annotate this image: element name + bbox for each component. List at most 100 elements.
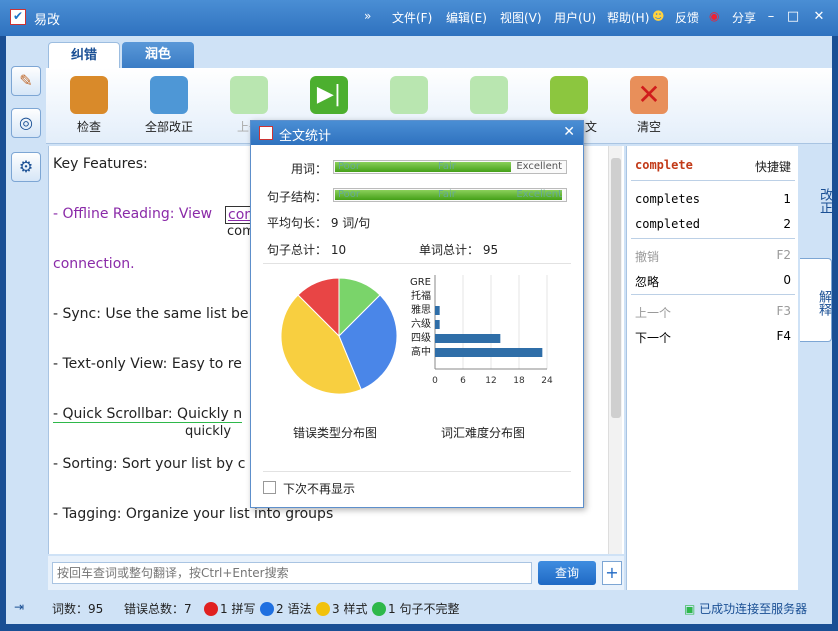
weibo-icon[interactable]: ◉ xyxy=(709,9,719,23)
menu-file[interactable]: 文件(F) xyxy=(392,9,432,26)
suggestion-item[interactable]: completed 2 xyxy=(635,217,791,231)
category-label: 四级 xyxy=(411,332,431,344)
editor-line: connection. xyxy=(53,256,135,272)
menu-share[interactable]: 分享 xyxy=(732,9,756,26)
x-tick-label: 24 xyxy=(541,376,553,386)
toggle-icon[interactable]: ⇥ xyxy=(14,600,24,614)
shortcut-header: 快捷键 xyxy=(754,160,791,174)
bar xyxy=(435,306,440,315)
category-label: 雅思 xyxy=(411,303,431,316)
dialog-title-bar: 全文统计 ✕ xyxy=(251,121,583,145)
editor-line: - Text-only View: Easy to re xyxy=(53,356,242,372)
avg-length: 平均句长： 9 词/句 xyxy=(267,216,371,230)
left-sidebar: ✎ ◎ ⚙ xyxy=(6,62,46,592)
app-window: ✔ 易改 » 文件(F) 编辑(E) 视图(V) 用户(U) 帮助(H) ☻ 反… xyxy=(0,0,838,631)
gear-icon[interactable]: ⚙ xyxy=(11,152,41,182)
grammar-errors[interactable]: 2 语法 xyxy=(260,600,311,617)
dont-show-checkbox[interactable] xyxy=(263,481,276,494)
tab-polish[interactable]: 润色 xyxy=(122,42,194,68)
dialog-close-button[interactable]: ✕ xyxy=(563,124,575,140)
word-quality-fill xyxy=(335,162,512,172)
undo-button[interactable] xyxy=(374,74,444,118)
bar xyxy=(435,320,440,329)
menu-help[interactable]: 帮助(H) xyxy=(607,9,649,26)
maximize-button[interactable]: □ xyxy=(784,8,802,26)
error-type-pie-chart xyxy=(280,277,398,395)
word-quality-label: 用词： xyxy=(291,162,328,176)
divider xyxy=(263,471,571,472)
redo-icon xyxy=(470,76,508,114)
error-word: complete 快捷键 xyxy=(635,158,791,174)
menu-expand[interactable]: » xyxy=(364,9,371,23)
clear-button[interactable]: ✕ 清空 xyxy=(614,74,684,135)
monitor-icon: ▣ xyxy=(684,602,696,616)
x-tick-label: 12 xyxy=(485,376,496,386)
yellow-dot-icon xyxy=(316,602,330,616)
editor-scrollbar[interactable] xyxy=(608,146,622,554)
search-row: 查询 + xyxy=(48,556,624,590)
undo-item[interactable]: 撤销 F2 xyxy=(635,248,791,265)
category-label: 托福 xyxy=(411,289,431,302)
fix-all-button[interactable]: 全部改正 xyxy=(134,74,204,135)
suggestion-item[interactable]: completes 1 xyxy=(635,192,791,206)
sentence-quality-bar: Poor Fair Excellent xyxy=(333,188,567,202)
search-input[interactable] xyxy=(52,562,532,584)
divider xyxy=(631,238,795,239)
redo-button[interactable] xyxy=(454,74,524,118)
editor-line: Key Features: xyxy=(53,156,148,172)
tab-correction[interactable]: 改正 xyxy=(800,168,832,228)
ignore-item[interactable]: 忽略 0 xyxy=(635,273,791,290)
edit-icon[interactable]: ✎ xyxy=(11,66,41,96)
style-errors[interactable]: 3 样式 xyxy=(316,600,367,617)
clear-x-icon: ✕ xyxy=(630,76,668,114)
x-tick-label: 0 xyxy=(432,376,438,386)
divider xyxy=(631,294,795,295)
bar xyxy=(435,348,543,357)
next-error-button[interactable]: ▶| xyxy=(294,74,364,118)
menu-user[interactable]: 用户(U) xyxy=(554,9,596,26)
feedback-icon[interactable]: ☻ xyxy=(652,9,665,23)
menu-feedback[interactable]: 反馈 xyxy=(675,9,699,26)
blue-dot-icon xyxy=(260,602,274,616)
green-dot-icon xyxy=(372,602,386,616)
suggestion-text: quickly xyxy=(185,424,232,439)
category-label: 高中 xyxy=(411,345,431,358)
compass-icon[interactable]: ◎ xyxy=(11,108,41,138)
add-button[interactable]: + xyxy=(602,561,622,585)
document-arrow-icon xyxy=(550,76,588,114)
word-total: 单词总计： 95 xyxy=(419,243,499,257)
incomplete-errors[interactable]: 1 句子不完整 xyxy=(372,600,459,617)
undo-icon xyxy=(390,76,428,114)
menu-edit[interactable]: 编辑(E) xyxy=(446,9,487,26)
suggestion-panel: complete 快捷键 completes 1 completed 2 撤销 F2 … xyxy=(626,146,798,590)
spell-errors[interactable]: 1 拼写 xyxy=(204,600,255,617)
side-tabs: 改正 解释 xyxy=(800,146,832,590)
prev-item[interactable]: 上一个 F3 xyxy=(635,304,791,321)
next-item[interactable]: 下一个 F4 xyxy=(635,329,791,346)
status-bar: ⇥ 词数：95 错误总数：7 1 拼写 2 语法 3 样式 1 句子不完整 ▣ … xyxy=(6,592,832,622)
app-title: 易改 xyxy=(34,13,61,28)
title-bar: ✔ 易改 » 文件(F) 编辑(E) 视图(V) 用户(U) 帮助(H) ☻ 反… xyxy=(0,0,838,36)
checklist-icon xyxy=(150,76,188,114)
check-button[interactable]: 检查 xyxy=(54,74,124,135)
x-tick-label: 18 xyxy=(513,376,525,386)
divider xyxy=(263,263,571,264)
tab-correct[interactable]: 纠错 xyxy=(48,42,120,68)
category-label: 六级 xyxy=(411,318,431,330)
editor-line: - Quick Scrollbar: Quickly n xyxy=(53,406,243,423)
editor-line: - Offline Reading: View xyxy=(53,206,213,222)
editor-line: - Sorting: Sort your list by c xyxy=(53,456,246,472)
menu-view[interactable]: 视图(V) xyxy=(500,9,542,26)
app-logo-icon: ✔ xyxy=(10,9,26,25)
minimize-button[interactable]: – xyxy=(762,8,780,26)
divider xyxy=(631,180,795,181)
scroll-thumb[interactable] xyxy=(611,158,621,418)
sentence-quality-label: 句子结构： xyxy=(267,190,328,204)
word-quality-bar: Poor Fair Excellent xyxy=(333,160,567,174)
search-button[interactable]: 查询 xyxy=(538,561,596,585)
magnifier-book-icon xyxy=(70,76,108,114)
x-tick-label: 6 xyxy=(460,376,466,386)
stats-dialog: 全文统计 ✕ 用词： Poor Fair Excellent 句子结构： Poo… xyxy=(250,120,584,508)
close-button[interactable]: ✕ xyxy=(810,8,828,26)
tab-explanation[interactable]: 解释 xyxy=(800,258,832,342)
